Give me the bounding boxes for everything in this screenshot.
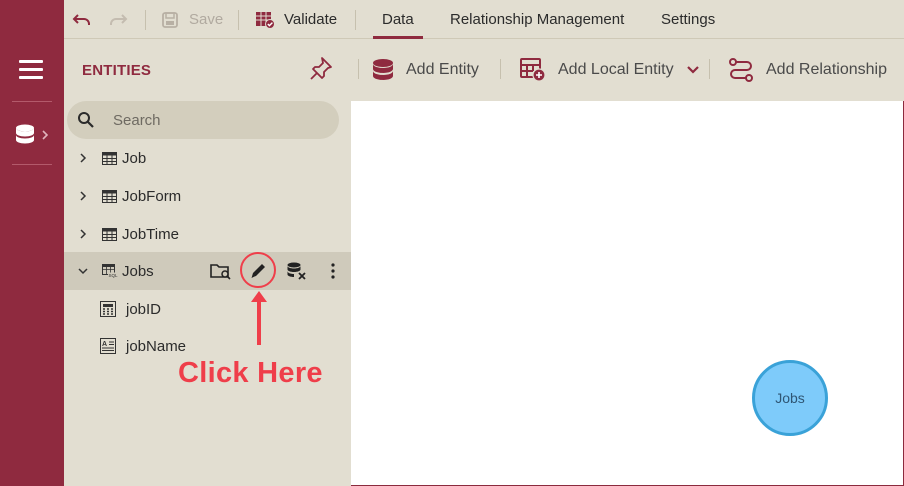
- field-item-label: jobName: [126, 337, 187, 355]
- tree-item-label: JobForm: [122, 187, 182, 205]
- toolbar-divider: [709, 59, 710, 79]
- toolbar-divider: [145, 10, 146, 30]
- browse-folder-icon[interactable]: [210, 261, 232, 281]
- tree-item-jobform[interactable]: JobForm: [64, 177, 351, 215]
- table-icon: [102, 189, 117, 203]
- toolbar-divider: [500, 59, 501, 79]
- entities-panel: Job JobForm JobTime SQL Jobs: [64, 101, 351, 486]
- sql-table-icon: SQL: [102, 264, 118, 278]
- toolbar-divider: [358, 59, 359, 79]
- numeric-field-icon: [100, 301, 116, 317]
- highlight-circle: [240, 252, 276, 288]
- panel-title: ENTITIES: [82, 62, 152, 79]
- database-icon[interactable]: [14, 123, 54, 147]
- validate-icon: [256, 11, 275, 29]
- chevron-right-icon[interactable]: [78, 153, 88, 163]
- tree-item-jobs[interactable]: SQL Jobs: [64, 252, 351, 290]
- save-icon: [162, 11, 178, 28]
- tab-data[interactable]: Data: [382, 0, 414, 39]
- top-toolbar: Save Validate Data Relationship Manageme…: [64, 0, 904, 39]
- search-icon: [78, 112, 94, 128]
- undo-button[interactable]: [72, 0, 92, 39]
- add-table-icon: [520, 58, 546, 82]
- diagram-canvas[interactable]: Jobs: [351, 101, 903, 485]
- tab-settings[interactable]: Settings: [661, 0, 715, 39]
- svg-text:SQL: SQL: [109, 273, 119, 278]
- database-icon: [373, 59, 393, 80]
- relationship-icon: [729, 58, 753, 82]
- add-relationship-label: Add Relationship: [766, 61, 887, 78]
- entity-node[interactable]: Jobs: [752, 360, 828, 436]
- table-icon: [102, 151, 117, 165]
- chevron-right-icon[interactable]: [78, 229, 88, 239]
- rail-divider: [12, 101, 52, 102]
- tree-item-jobtime[interactable]: JobTime: [64, 215, 351, 253]
- validate-label: Validate: [284, 11, 338, 28]
- field-item-jobid[interactable]: jobID: [64, 290, 351, 328]
- chevron-down-icon[interactable]: [686, 65, 700, 75]
- actions-bar: ENTITIES Add Entity Add Local Entity Add…: [64, 39, 904, 101]
- tab-relationship-label: Relationship Management: [450, 11, 625, 28]
- chevron-down-icon[interactable]: [78, 266, 88, 276]
- tree-item-label: Jobs: [122, 262, 154, 280]
- add-local-entity-button[interactable]: Add Local Entity: [520, 39, 700, 101]
- tree-item-label: Job: [122, 149, 147, 167]
- undo-icon: [72, 13, 90, 25]
- add-relationship-button[interactable]: Add Relationship: [728, 39, 887, 101]
- toolbar-divider: [355, 10, 356, 30]
- hamburger-icon[interactable]: [19, 60, 45, 80]
- tab-settings-label: Settings: [661, 11, 716, 28]
- more-vertical-icon[interactable]: [322, 261, 344, 281]
- table-icon: [102, 227, 117, 241]
- save-label: Save: [189, 11, 224, 28]
- toolbar-divider: [238, 10, 239, 30]
- redo-icon: [110, 13, 128, 25]
- search-input[interactable]: [113, 101, 323, 139]
- delete-database-icon[interactable]: [286, 261, 308, 281]
- add-entity-label: Add Entity: [406, 61, 479, 78]
- save-button[interactable]: Save: [161, 0, 223, 39]
- left-rail: [0, 0, 64, 486]
- svg-text:A: A: [102, 341, 107, 348]
- add-entity-button[interactable]: Add Entity: [372, 39, 479, 101]
- tab-relationship-management[interactable]: Relationship Management: [450, 0, 624, 39]
- search-box[interactable]: [67, 101, 339, 139]
- annotation-arrow: [251, 291, 267, 345]
- tab-data-label: Data: [382, 11, 414, 28]
- tree-item-job[interactable]: Job: [64, 139, 351, 177]
- redo-button[interactable]: [108, 0, 128, 39]
- tree-item-label: JobTime: [122, 225, 179, 243]
- rail-divider: [12, 164, 52, 165]
- field-item-label: jobID: [126, 300, 162, 318]
- text-field-icon: A: [100, 338, 116, 354]
- chevron-right-icon[interactable]: [78, 191, 88, 201]
- validate-button[interactable]: Validate: [255, 0, 337, 39]
- pin-icon[interactable]: [309, 56, 333, 82]
- click-here-callout: Click Here: [178, 357, 323, 389]
- add-local-entity-label: Add Local Entity: [558, 61, 674, 78]
